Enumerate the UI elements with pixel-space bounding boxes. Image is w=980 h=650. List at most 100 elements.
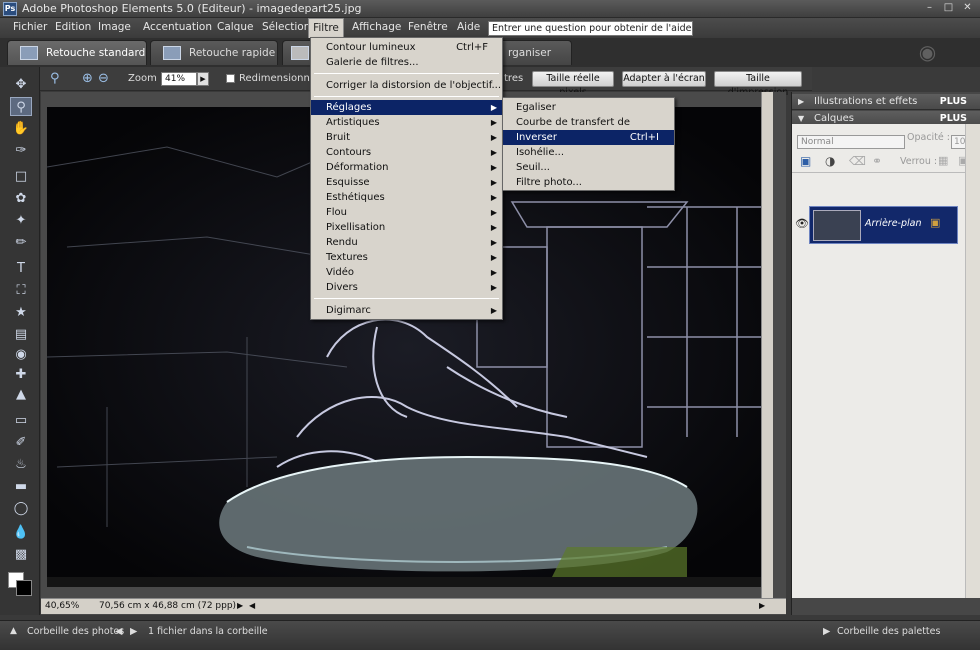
zoom-in-icon[interactable]: ⊕	[82, 71, 93, 86]
photo-bin-toggle-icon[interactable]: ▲	[10, 626, 17, 636]
sponge-tool-icon[interactable]: ▩	[10, 545, 32, 564]
illustrations-plus-button[interactable]: PLUS	[940, 94, 967, 109]
fit-screen-button[interactable]: Adapter à l'écran	[622, 71, 706, 87]
gradient-tool-icon[interactable]: ▬	[10, 477, 32, 496]
bin-next-icon[interactable]: ▶	[130, 626, 137, 637]
menu-fenetre[interactable]: Fenêtre	[408, 18, 448, 38]
layer-name: Arrière-plan	[865, 218, 922, 229]
layer-thumbnail	[813, 210, 861, 241]
menu-item-deformation[interactable]: Déformation ▶	[311, 160, 502, 175]
delete-layer-icon[interactable]: ⌫	[849, 154, 866, 168]
menu-item-divers[interactable]: Divers ▶	[311, 280, 502, 295]
expand-arrow-icon[interactable]: ▶	[798, 94, 804, 109]
menu-item-contour-lumineux[interactable]: Contour lumineux Ctrl+F	[311, 40, 502, 55]
submenu-arrow-icon: ▶	[490, 208, 497, 217]
tab-retouche-rapide[interactable]: Retouche rapide	[150, 40, 278, 65]
menu-item-bruit[interactable]: Bruit ▶	[311, 130, 502, 145]
eyedropper-tool-icon[interactable]: ✑	[10, 141, 32, 160]
eraser-tool-icon[interactable]: ▭	[10, 411, 32, 430]
menu-item-galerie-filtres[interactable]: Galerie de filtres...	[311, 55, 502, 70]
hand-tool-icon[interactable]: ✋	[10, 119, 32, 138]
menu-selection[interactable]: Sélection	[262, 18, 310, 38]
shape-tool-icon[interactable]: ◯	[10, 499, 32, 518]
menu-item-flou[interactable]: Flou ▶	[311, 205, 502, 220]
submenu-item-filtre-photo[interactable]: Filtre photo...	[503, 175, 674, 190]
zoom-input[interactable]: 41%	[161, 72, 197, 86]
layer-visibility-eye-icon[interactable]: 👁	[795, 217, 809, 230]
move-tool-icon[interactable]: ✥	[10, 75, 32, 94]
new-layer-icon[interactable]: ▣	[800, 154, 811, 168]
submenu-item-seuil[interactable]: Seuil...	[503, 160, 674, 175]
maximize-icon[interactable]: □	[941, 2, 956, 15]
layers-scrollbar[interactable]	[965, 124, 980, 598]
tab-retouche-standard[interactable]: Retouche standard	[7, 40, 147, 65]
layer-row-background[interactable]: Arrière-plan ▣	[809, 206, 958, 244]
cookie-cutter-icon[interactable]: ★	[10, 303, 32, 322]
spot-healing-icon[interactable]: ✚	[10, 365, 32, 384]
straighten-tool-icon[interactable]: ▤	[10, 325, 32, 344]
link-layers-icon[interactable]: ⚭	[872, 154, 882, 168]
type-tool-icon[interactable]: T	[10, 259, 32, 278]
print-size-button[interactable]: Taille d'impression	[714, 71, 802, 98]
menu-aide[interactable]: Aide	[457, 18, 480, 38]
scroll-left-arrow-icon[interactable]: ◀	[249, 601, 255, 610]
submenu-item-egaliser[interactable]: Egaliser	[503, 100, 674, 115]
doc-zoom-value[interactable]: 40,65%	[45, 601, 79, 611]
menu-item-esthetiques[interactable]: Esthétiques ▶	[311, 190, 502, 205]
minimize-icon[interactable]: –	[922, 2, 937, 15]
lasso-tool-icon[interactable]: ✿	[10, 189, 32, 208]
menu-item-contours[interactable]: Contours ▶	[311, 145, 502, 160]
menu-item-digimarc[interactable]: Digimarc ▶	[311, 303, 502, 318]
palette-bin-toggle-icon[interactable]: ▶	[823, 626, 830, 637]
menu-fichier[interactable]: Fichier	[13, 18, 47, 38]
selection-brush-icon[interactable]: ✏	[10, 233, 32, 252]
palette-bin-label[interactable]: Corbeille des palettes	[837, 626, 940, 637]
submenu-arrow-icon: ▶	[490, 118, 497, 127]
layer-lock-icon: ▣	[930, 216, 941, 229]
menu-item-textures[interactable]: Textures ▶	[311, 250, 502, 265]
illustrations-panel-header[interactable]: ▶ Illustrations et effets PLUS	[792, 94, 980, 110]
paint-bucket-icon[interactable]: ♨	[10, 455, 32, 474]
bin-prev-icon[interactable]: ◀	[115, 626, 122, 637]
close-icon[interactable]: ✕	[960, 2, 975, 15]
menu-item-corriger-distorsion[interactable]: Corriger la distorsion de l'objectif...	[311, 78, 502, 93]
background-color-swatch[interactable]	[16, 580, 32, 596]
zoom-tool-icon[interactable]: ⚲	[10, 97, 32, 116]
zoom-out-icon[interactable]: ⊖	[98, 71, 109, 86]
zoom-slider-arrow-icon[interactable]: ▶	[197, 72, 209, 86]
red-eye-tool-icon[interactable]: ◉	[10, 345, 32, 364]
adjustment-layer-icon[interactable]: ◑	[825, 154, 835, 168]
menu-image[interactable]: Image	[98, 18, 131, 38]
magic-wand-tool-icon[interactable]: ✦	[10, 211, 32, 230]
menu-accentuation[interactable]: Accentuation	[143, 18, 212, 38]
status-menu-arrow-icon[interactable]: ▶	[237, 601, 243, 610]
help-search-input[interactable]: Entrer une question pour obtenir de l'ai…	[488, 21, 693, 36]
menu-edition[interactable]: Edition	[55, 18, 91, 38]
photo-bin-label[interactable]: Corbeille des photos	[27, 626, 124, 637]
menu-affichage[interactable]: Affichage	[352, 18, 401, 38]
menu-item-rendu[interactable]: Rendu ▶	[311, 235, 502, 250]
menu-item-pixellisation[interactable]: Pixellisation ▶	[311, 220, 502, 235]
menu-filtre[interactable]: Filtre	[308, 18, 344, 38]
lock-transparency-icon[interactable]: ▦	[938, 154, 948, 167]
resize-windows-checkbox[interactable]	[226, 74, 235, 83]
clone-stamp-icon[interactable]: ▲	[10, 385, 32, 404]
crop-tool-icon[interactable]: ⛶	[10, 281, 32, 300]
menu-item-artistiques[interactable]: Artistiques ▶	[311, 115, 502, 130]
menu-item-reglages[interactable]: Réglages ▶	[311, 100, 502, 115]
blur-tool-icon[interactable]: 💧	[10, 523, 32, 542]
marquee-tool-icon[interactable]: □	[10, 167, 32, 186]
menu-calque[interactable]: Calque	[217, 18, 253, 38]
menu-item-video[interactable]: Vidéo ▶	[311, 265, 502, 280]
vertical-scrollbar[interactable]	[761, 92, 773, 598]
submenu-item-inverser[interactable]: Inverser Ctrl+I	[503, 130, 674, 145]
filtre-dropdown-menu: Contour lumineux Ctrl+F Galerie de filtr…	[310, 37, 503, 320]
menu-item-esquisse[interactable]: Esquisse ▶	[311, 175, 502, 190]
actual-pixels-button[interactable]: Taille réelle pixels	[532, 71, 614, 98]
blend-mode-select[interactable]: Normal	[797, 135, 905, 149]
submenu-item-isohelie[interactable]: Isohélie...	[503, 145, 674, 160]
zoom-tool-icon[interactable]: ⚲	[50, 71, 60, 86]
pencil-tool-icon[interactable]: ✐	[10, 433, 32, 452]
submenu-item-courbe-transfert[interactable]: Courbe de transfert de dégradé...	[503, 115, 674, 143]
scroll-right-arrow-icon[interactable]: ▶	[759, 601, 765, 610]
